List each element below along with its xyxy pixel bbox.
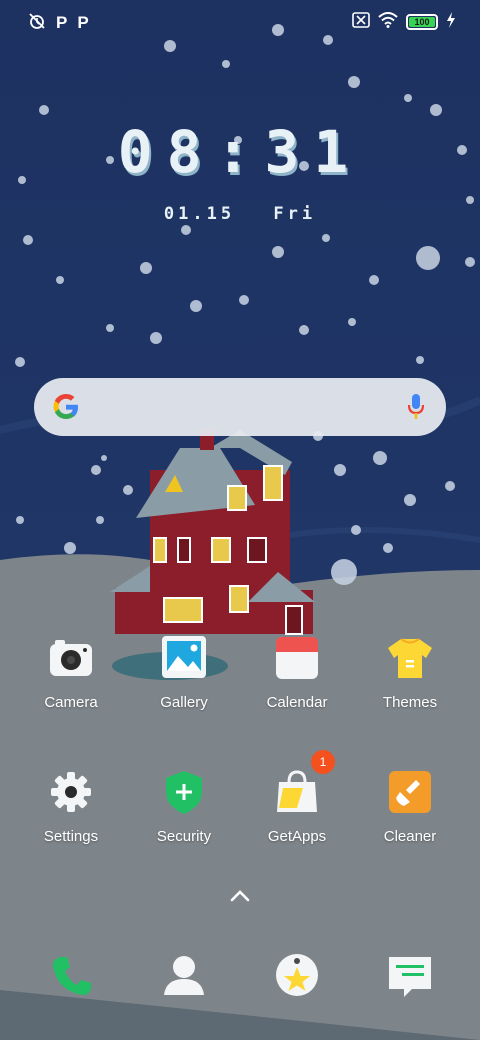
phone-icon[interactable]	[47, 951, 95, 999]
weekday-text: Fri	[273, 204, 317, 224]
app-security[interactable]: Security	[129, 768, 239, 845]
wifi-icon	[378, 12, 398, 32]
shopping-bag-icon: 1	[273, 750, 335, 816]
clock-time[interactable]: 08:31	[0, 118, 480, 186]
app-label: Themes	[382, 694, 438, 711]
google-icon	[50, 391, 82, 427]
app-label: Gallery	[160, 694, 208, 711]
themes-icon	[386, 634, 434, 682]
app-label: GetApps	[267, 828, 327, 845]
gallery-icon	[160, 634, 208, 682]
star-app-icon[interactable]	[273, 951, 321, 999]
date-text: 01.15	[163, 204, 236, 224]
app-gallery[interactable]: Gallery	[129, 634, 239, 711]
status-bar: P P 100	[0, 0, 480, 44]
app-calendar[interactable]: Calendar	[242, 634, 352, 711]
app-label: Security	[156, 828, 212, 845]
app-themes[interactable]: Themes	[355, 634, 465, 711]
contacts-icon[interactable]	[160, 951, 208, 999]
messages-icon[interactable]	[386, 951, 434, 999]
sim-off-icon	[352, 12, 370, 32]
app-label: Cleaner	[383, 828, 437, 845]
app-cleaner[interactable]: Cleaner	[355, 768, 465, 845]
p-icon: P	[77, 13, 89, 32]
app-label: Calendar	[266, 694, 328, 711]
alarm-off-icon	[28, 12, 46, 34]
battery-level: 100	[414, 17, 430, 27]
charging-icon	[446, 12, 456, 32]
calendar-icon	[273, 634, 321, 682]
app-label: Settings	[43, 828, 99, 845]
gear-icon	[47, 768, 95, 816]
app-settings[interactable]: Settings	[16, 768, 126, 845]
chevron-up-icon[interactable]	[228, 888, 252, 908]
status-left-icons: P P	[28, 12, 89, 34]
app-label: Camera	[44, 694, 98, 711]
shield-icon	[160, 768, 208, 816]
mic-icon[interactable]	[406, 392, 426, 426]
battery-icon: 100	[406, 14, 438, 30]
camera-icon	[47, 634, 95, 682]
app-getapps[interactable]: 1 GetApps	[242, 750, 352, 845]
clock-date[interactable]: 01.15 Fri	[0, 204, 480, 224]
brush-icon	[386, 768, 434, 816]
notification-badge: 1	[311, 750, 335, 774]
google-search-bar[interactable]	[34, 378, 446, 436]
app-camera[interactable]: Camera	[16, 634, 126, 711]
p-icon: P	[56, 13, 68, 32]
status-right-icons: 100	[352, 12, 456, 32]
